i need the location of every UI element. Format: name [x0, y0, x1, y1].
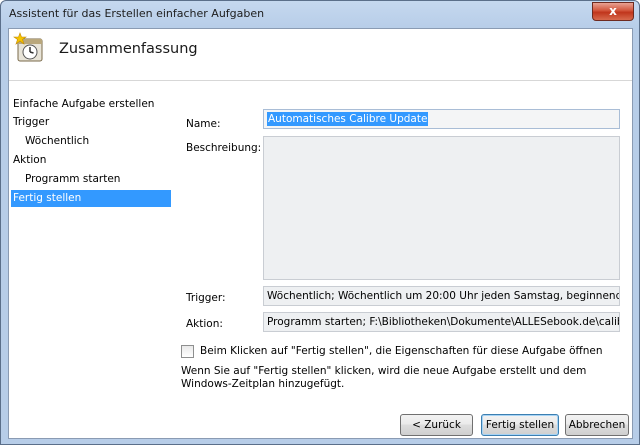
action-label: Aktion:	[186, 318, 223, 330]
step-trigger-weekly[interactable]: Wöchentlich	[25, 133, 165, 150]
name-value: Automatisches Calibre Update	[267, 112, 429, 126]
finish-button[interactable]: Fertig stellen	[481, 414, 559, 436]
title-bar[interactable]: Assistent für das Erstellen einfacher Au…	[1, 1, 639, 27]
back-button[interactable]: < Zurück	[400, 414, 473, 436]
open-properties-label[interactable]: Beim Klicken auf "Fertig stellen", die E…	[200, 345, 603, 357]
open-properties-checkbox[interactable]	[181, 345, 194, 358]
close-button[interactable]: x	[592, 2, 634, 21]
clock-scheduler-icon	[13, 32, 43, 62]
trigger-label: Trigger:	[186, 292, 226, 304]
step-finish[interactable]: Fertig stellen	[11, 190, 171, 207]
action-summary-field[interactable]: Programm starten; F:\Bibliotheken\Dokume…	[263, 312, 620, 332]
step-action-start-program[interactable]: Programm starten	[25, 171, 165, 188]
cancel-button[interactable]: Abbrechen	[565, 414, 629, 436]
finish-info-line-1: Wenn Sie auf "Fertig stellen" klicken, w…	[181, 365, 587, 377]
step-trigger[interactable]: Trigger	[13, 114, 173, 131]
page-title: Zusammenfassung	[59, 41, 198, 57]
wizard-client-area: Zusammenfassung Einfache Aufgabe erstell…	[8, 28, 633, 439]
trigger-summary-field[interactable]: Wöchentlich; Wöchentlich um 20:00 Uhr je…	[263, 286, 620, 306]
step-action[interactable]: Aktion	[13, 152, 173, 169]
name-label: Name:	[186, 118, 221, 130]
description-field[interactable]	[263, 136, 620, 280]
description-label: Beschreibung:	[186, 142, 262, 154]
step-create-basic-task[interactable]: Einfache Aufgabe erstellen	[13, 96, 173, 113]
wizard-window: Assistent für das Erstellen einfacher Au…	[0, 0, 640, 445]
wizard-header: Zusammenfassung	[9, 29, 632, 81]
window-title: Assistent für das Erstellen einfacher Au…	[9, 7, 265, 20]
name-field[interactable]: Automatisches Calibre Update	[263, 109, 620, 129]
finish-info-line-2: Windows-Zeitplan hinzugefügt.	[181, 378, 345, 390]
